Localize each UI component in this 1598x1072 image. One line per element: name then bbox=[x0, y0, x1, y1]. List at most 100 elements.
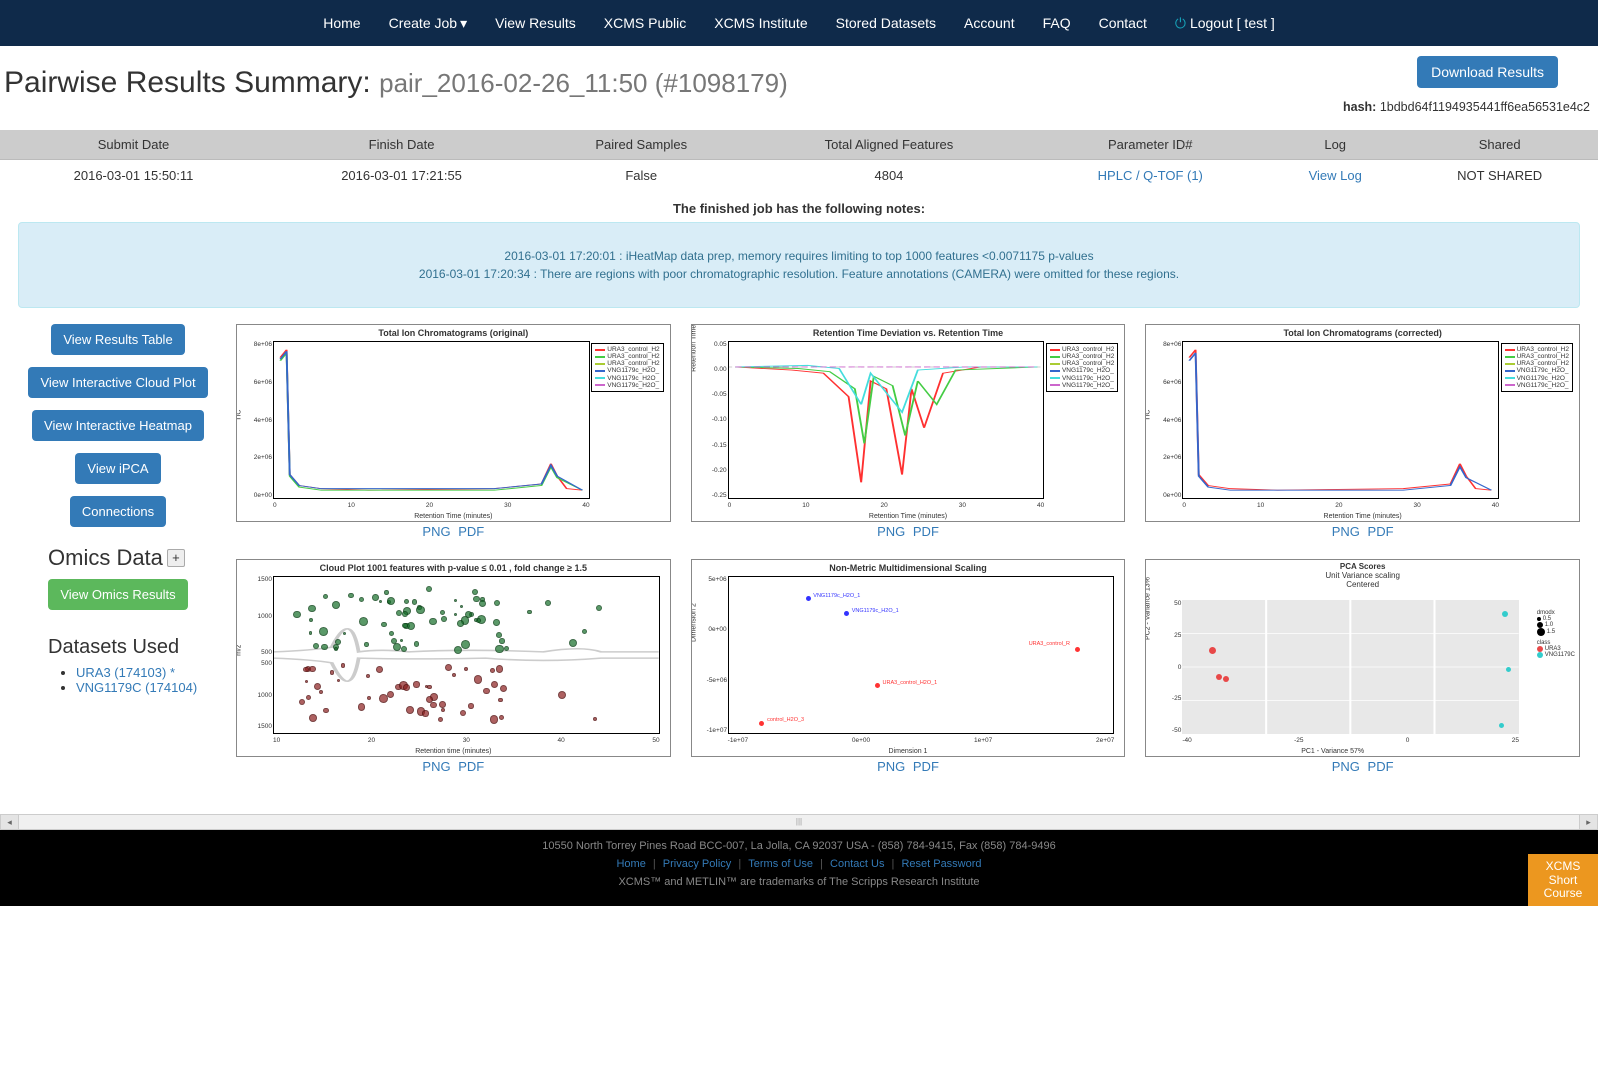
omics-header: Omics Data + bbox=[18, 545, 218, 571]
nav-contact[interactable]: Contact bbox=[1099, 15, 1147, 31]
nav-create-job[interactable]: Create Job▾ bbox=[389, 15, 468, 32]
x-label: Retention Time (minutes) bbox=[692, 513, 1125, 520]
view-omics-button[interactable]: View Omics Results bbox=[48, 579, 187, 610]
pca-title: PCA Scores bbox=[1146, 562, 1579, 571]
pca-sub1: Unit Variance scaling bbox=[1146, 571, 1579, 580]
content-area: View Results Table View Interactive Clou… bbox=[0, 308, 1598, 814]
axis-area: VNG1179c_H2O_1 VNG1179c_H2O_1 URA3_contr… bbox=[728, 576, 1115, 734]
view-ipca-button[interactable]: View iPCA bbox=[75, 453, 160, 484]
plot-pca-cell: PCA Scores Unit Variance scaling Centere… bbox=[1145, 559, 1580, 774]
connections-button[interactable]: Connections bbox=[70, 496, 166, 527]
pdf-link[interactable]: PDF bbox=[913, 524, 939, 539]
png-link[interactable]: PNG bbox=[877, 524, 905, 539]
th-paired: Paired Samples bbox=[536, 130, 746, 160]
plot-tic-orig-title: Total Ion Chromatograms (original) bbox=[237, 325, 670, 341]
hash-line: hash: 1bdbd64f1194935441ff6ea56531e4c2 bbox=[1343, 100, 1590, 114]
view-log-link[interactable]: View Log bbox=[1309, 168, 1362, 183]
axis-area bbox=[1182, 341, 1499, 499]
scroll-right-button[interactable]: ▸ bbox=[1579, 815, 1597, 829]
page-title-text: Pairwise Results Summary: bbox=[4, 66, 371, 99]
plot-pca[interactable]: PCA Scores Unit Variance scaling Centere… bbox=[1145, 559, 1580, 757]
legend: URA3_control_H2URA3_control_H2URA3_contr… bbox=[1046, 343, 1118, 392]
xcms-short-course-button[interactable]: XCMS Short Course bbox=[1528, 854, 1598, 906]
th-param: Parameter ID# bbox=[1031, 130, 1269, 160]
view-results-table-button[interactable]: View Results Table bbox=[51, 324, 184, 355]
pdf-link[interactable]: PDF bbox=[458, 759, 484, 774]
png-link[interactable]: PNG bbox=[1332, 759, 1360, 774]
download-results-button[interactable]: Download Results bbox=[1417, 56, 1558, 88]
pdf-link[interactable]: PDF bbox=[913, 759, 939, 774]
png-link[interactable]: PNG bbox=[877, 759, 905, 774]
nav-view-results[interactable]: View Results bbox=[495, 15, 576, 31]
power-icon: ⏻ bbox=[1175, 15, 1186, 31]
notes-box: 2016-03-01 17:20:01 : iHeatMap data prep… bbox=[18, 222, 1580, 308]
y-label: Dimension 2 bbox=[691, 603, 698, 642]
footer-link-privacy[interactable]: Privacy Policy bbox=[663, 858, 731, 870]
footer-link-reset[interactable]: Reset Password bbox=[901, 858, 981, 870]
dataset-list: URA3 (174103) * VNG1179C (174104) bbox=[18, 665, 218, 695]
y-label: TIC bbox=[1145, 410, 1152, 421]
footer-wrap: 10550 North Torrey Pines Road BCC-007, L… bbox=[0, 830, 1598, 906]
y-ticks-bot: 50010001500 bbox=[252, 660, 272, 730]
x-ticks: 1020304050 bbox=[273, 737, 660, 744]
view-heatmap-button[interactable]: View Interactive Heatmap bbox=[32, 410, 204, 441]
plot-cloud[interactable]: Cloud Plot 1001 features with p-value ≤ … bbox=[236, 559, 671, 757]
legend: URA3_control_H2URA3_control_H2URA3_contr… bbox=[1501, 343, 1573, 392]
y-ticks: 8e+066e+064e+062e+060e+00 bbox=[252, 341, 272, 499]
scroll-left-button[interactable]: ◂ bbox=[1, 815, 19, 829]
x-ticks: 010203040 bbox=[1182, 502, 1499, 509]
plot-tic-corr-cell: Total Ion Chromatograms (corrected) TIC … bbox=[1145, 324, 1580, 539]
pdf-link[interactable]: PDF bbox=[1368, 524, 1394, 539]
png-link[interactable]: PNG bbox=[422, 524, 450, 539]
dataset-link-2[interactable]: VNG1179C (174104) bbox=[76, 680, 197, 695]
param-link[interactable]: HPLC / Q-TOF (1) bbox=[1098, 168, 1203, 183]
plot-cloud-title: Cloud Plot 1001 features with p-value ≤ … bbox=[237, 560, 670, 576]
footer-link-home[interactable]: Home bbox=[616, 858, 645, 870]
td-features: 4804 bbox=[746, 160, 1031, 192]
plot-tic-orig-cell: Total Ion Chromatograms (original) TIC 8… bbox=[236, 324, 671, 539]
page-title: Pairwise Results Summary: pair_2016-02-2… bbox=[0, 66, 1588, 100]
view-cloud-plot-button[interactable]: View Interactive Cloud Plot bbox=[28, 367, 207, 398]
nav-xcms-institute[interactable]: XCMS Institute bbox=[714, 15, 807, 31]
nav-create-job-label: Create Job bbox=[389, 15, 457, 31]
nav-home[interactable]: Home bbox=[323, 15, 360, 31]
plot-tic-corr[interactable]: Total Ion Chromatograms (corrected) TIC … bbox=[1145, 324, 1580, 522]
omics-expand-button[interactable]: + bbox=[167, 549, 185, 567]
left-column: View Results Table View Interactive Clou… bbox=[18, 324, 218, 774]
plot-rt-dev-cell: Retention Time Deviation vs. Retention T… bbox=[691, 324, 1126, 539]
th-log: Log bbox=[1269, 130, 1401, 160]
top-nav: Home Create Job▾ View Results XCMS Publi… bbox=[0, 0, 1598, 46]
pca-sub2: Centered bbox=[1146, 580, 1579, 589]
x-label: Retention time (minutes) bbox=[237, 748, 670, 755]
td-submit: 2016-03-01 15:50:11 bbox=[0, 160, 267, 192]
nav-stored-datasets[interactable]: Stored Datasets bbox=[836, 15, 936, 31]
y-label: PC2 - Variance 13% bbox=[1145, 577, 1152, 640]
plot-rt-dev[interactable]: Retention Time Deviation vs. Retention T… bbox=[691, 324, 1126, 522]
nav-xcms-public[interactable]: XCMS Public bbox=[604, 15, 686, 31]
png-link[interactable]: PNG bbox=[1332, 524, 1360, 539]
y-label: TIC bbox=[236, 410, 243, 421]
png-link[interactable]: PNG bbox=[422, 759, 450, 774]
x-label: PC1 - Variance 57% bbox=[1146, 748, 1519, 755]
nav-logout[interactable]: ⏻Logout [ test ] bbox=[1175, 15, 1275, 32]
plot-nmds[interactable]: Non-Metric Multidimensional Scaling Dime… bbox=[691, 559, 1126, 757]
pca-legend: dmodx 0.5 1.0 1.5 class URA3 VNG1179C bbox=[1537, 610, 1575, 658]
th-submit: Submit Date bbox=[0, 130, 267, 160]
dataset-link-1[interactable]: URA3 (174103) * bbox=[76, 665, 175, 680]
pdf-link[interactable]: PDF bbox=[1368, 759, 1394, 774]
y-ticks: 8e+066e+064e+062e+060e+00 bbox=[1161, 341, 1181, 499]
nmds-label: control_H2O_3 bbox=[767, 717, 804, 723]
caret-down-icon: ▾ bbox=[460, 15, 467, 31]
short-course-label: XCMS Short Course bbox=[1538, 860, 1588, 900]
footer-link-terms[interactable]: Terms of Use bbox=[748, 858, 813, 870]
nav-faq[interactable]: FAQ bbox=[1043, 15, 1071, 31]
horizontal-scrollbar[interactable]: ◂ ||| ▸ bbox=[0, 814, 1598, 830]
plot-grid: Total Ion Chromatograms (original) TIC 8… bbox=[236, 324, 1580, 774]
nav-account[interactable]: Account bbox=[964, 15, 1015, 31]
plot-tic-orig[interactable]: Total Ion Chromatograms (original) TIC 8… bbox=[236, 324, 671, 522]
x-label: Dimension 1 bbox=[692, 748, 1125, 755]
pdf-link[interactable]: PDF bbox=[458, 524, 484, 539]
page-header-area: Download Results Pairwise Results Summar… bbox=[0, 46, 1598, 100]
note-line-1: 2016-03-01 17:20:01 : iHeatMap data prep… bbox=[31, 247, 1567, 265]
footer-link-contact[interactable]: Contact Us bbox=[830, 858, 884, 870]
